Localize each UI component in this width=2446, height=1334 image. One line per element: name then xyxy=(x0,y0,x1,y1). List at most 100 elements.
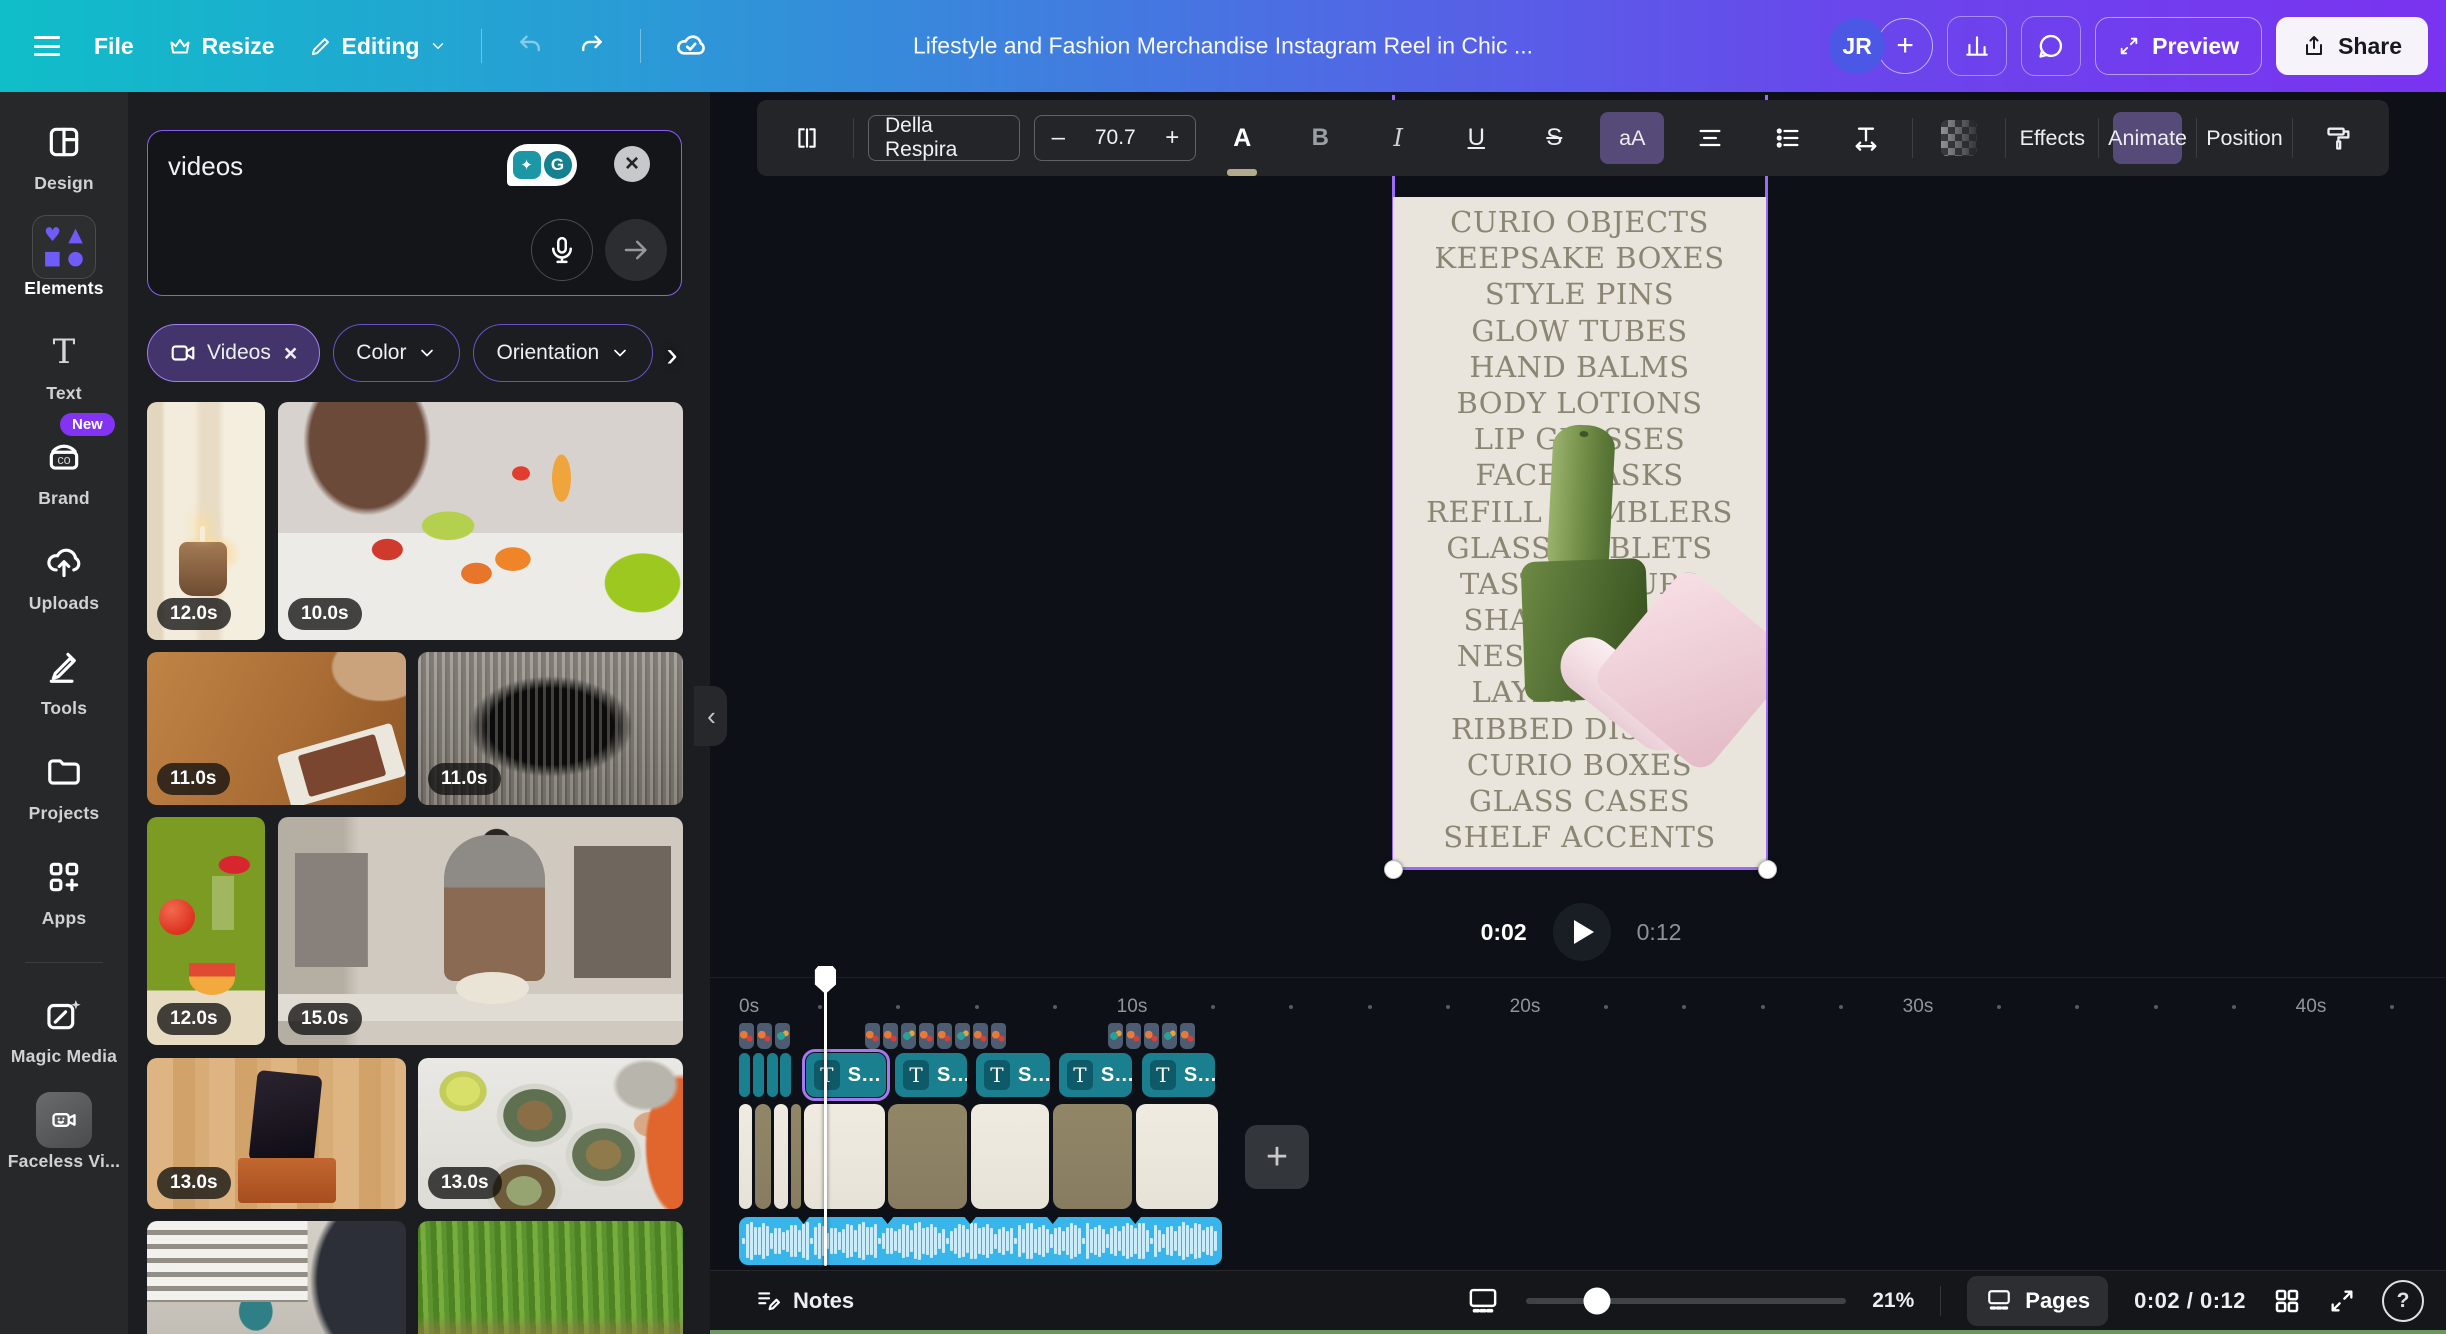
menu-icon[interactable] xyxy=(34,36,60,56)
text-clip[interactable]: TS… xyxy=(1142,1053,1215,1097)
sidebar-item-uploads[interactable]: Uploads xyxy=(0,540,128,614)
text-color-button[interactable]: A xyxy=(1210,112,1274,164)
video-clip[interactable] xyxy=(1053,1104,1132,1209)
element-clip-thumbnail[interactable] xyxy=(937,1023,952,1049)
video-clip[interactable] xyxy=(739,1104,752,1209)
video-result-candle[interactable]: 12.0s xyxy=(147,402,265,640)
element-clip-thumbnail[interactable] xyxy=(865,1023,880,1049)
audio-track[interactable] xyxy=(710,1217,2446,1265)
redo-button[interactable] xyxy=(578,32,606,60)
text-clip[interactable]: TS… xyxy=(976,1053,1050,1097)
text-clip[interactable]: TS… xyxy=(1059,1053,1132,1097)
add-clip-button[interactable]: + xyxy=(1245,1125,1309,1189)
element-clip-thumbnail[interactable] xyxy=(1108,1023,1123,1049)
video-result-grass[interactable] xyxy=(418,1221,683,1334)
video-clip[interactable] xyxy=(971,1104,1050,1209)
video-clip[interactable] xyxy=(755,1104,772,1209)
transparency-button[interactable] xyxy=(1927,112,1991,164)
element-clip-thumbnail[interactable] xyxy=(973,1023,988,1049)
help-button[interactable]: ? xyxy=(2382,1280,2424,1322)
video-clip[interactable] xyxy=(774,1104,788,1209)
video-result-ribbed-abstract[interactable]: 11.0s xyxy=(418,652,683,805)
filter-chip-videos[interactable]: Videos× xyxy=(147,324,320,382)
timeline-zoom-slider[interactable] xyxy=(1526,1298,1846,1304)
share-button[interactable]: Share xyxy=(2276,17,2428,75)
resize-button[interactable]: Resize xyxy=(168,33,275,60)
text-clip-sliver[interactable] xyxy=(767,1053,778,1097)
text-case-button[interactable]: aA xyxy=(1600,112,1664,164)
video-clip[interactable] xyxy=(1136,1104,1219,1209)
element-clip-thumbnail[interactable] xyxy=(1162,1023,1177,1049)
sidebar-item-text[interactable]: TText xyxy=(0,330,128,404)
position-button[interactable]: Position xyxy=(2211,112,2278,164)
add-member-button[interactable]: + xyxy=(1877,18,1933,74)
element-clip-thumbnail[interactable] xyxy=(1144,1023,1159,1049)
effects-button[interactable]: Effects xyxy=(2020,112,2084,164)
element-clip-thumbnail[interactable] xyxy=(883,1023,898,1049)
zoom-slider-knob[interactable] xyxy=(1583,1288,1610,1315)
video-clip[interactable] xyxy=(804,1104,885,1209)
video-result-baker[interactable]: 15.0s xyxy=(278,817,683,1045)
italic-button[interactable]: I xyxy=(1366,112,1430,164)
clear-search-button[interactable]: × xyxy=(614,146,650,182)
sidebar-item-brand[interactable]: NewcoBrand xyxy=(0,435,128,509)
undo-button[interactable] xyxy=(516,32,544,60)
text-box-icon[interactable] xyxy=(775,112,839,164)
element-clip-thumbnail[interactable] xyxy=(901,1023,916,1049)
element-clip-thumbnail[interactable] xyxy=(757,1023,772,1049)
elements-track[interactable] xyxy=(710,1023,2446,1049)
file-menu[interactable]: File xyxy=(94,33,134,60)
text-clip-selected[interactable]: TS… xyxy=(806,1053,887,1097)
font-name-field[interactable]: Della Respira xyxy=(868,115,1020,161)
bullet-list-icon[interactable] xyxy=(1756,112,1820,164)
text-spacing-icon[interactable] xyxy=(1834,112,1898,164)
avatar[interactable]: JR xyxy=(1829,18,1885,74)
element-clip-thumbnail[interactable] xyxy=(1126,1023,1141,1049)
bold-button[interactable]: B xyxy=(1288,112,1352,164)
document-title[interactable]: Lifestyle and Fashion Merchandise Instag… xyxy=(913,33,1533,60)
timeline-view-icon[interactable] xyxy=(1466,1286,1500,1316)
strikethrough-button[interactable]: S xyxy=(1522,112,1586,164)
resize-handle-bottom-left[interactable] xyxy=(1384,860,1403,879)
playhead[interactable] xyxy=(824,989,827,1266)
video-result-food-bowls[interactable]: 13.0s xyxy=(418,1058,683,1209)
video-result-green-still-life[interactable]: 12.0s xyxy=(147,817,265,1045)
copy-style-roller-icon[interactable] xyxy=(2307,112,2371,164)
text-track[interactable]: TS…TS…TS…TS…TS… xyxy=(710,1053,2446,1097)
grid-view-icon[interactable] xyxy=(2272,1286,2302,1316)
video-result-notebook-wood[interactable]: 11.0s xyxy=(147,652,406,805)
filter-chip-orientation[interactable]: Orientation xyxy=(473,324,653,382)
play-button[interactable] xyxy=(1553,903,1611,961)
video-result-fruit-table[interactable]: 10.0s xyxy=(278,402,683,640)
font-size-value[interactable]: 70.7 xyxy=(1081,126,1149,150)
sidebar-item-magic-media[interactable]: Magic Media xyxy=(0,993,128,1067)
sidebar-item-projects[interactable]: Projects xyxy=(0,750,128,824)
sidebar-item-apps[interactable]: Apps xyxy=(0,855,128,929)
video-track[interactable] xyxy=(710,1104,2446,1209)
panel-collapse-button[interactable]: ‹ xyxy=(694,686,727,746)
font-size-decrease-button[interactable]: – xyxy=(1035,123,1081,153)
element-clip-thumbnail[interactable] xyxy=(775,1023,790,1049)
text-align-icon[interactable] xyxy=(1678,112,1742,164)
resize-handle-bottom-right[interactable] xyxy=(1758,860,1777,879)
text-clip[interactable]: TS… xyxy=(895,1053,967,1097)
chips-scroll-right-icon[interactable]: › xyxy=(655,336,689,374)
text-clip-sliver[interactable] xyxy=(739,1053,750,1097)
element-clip-thumbnail[interactable] xyxy=(919,1023,934,1049)
element-clip-thumbnail[interactable] xyxy=(991,1023,1006,1049)
video-result-desk-window[interactable] xyxy=(147,1221,406,1334)
search-input[interactable]: videos ✦ G × xyxy=(147,130,682,296)
text-clip-sliver[interactable] xyxy=(753,1053,764,1097)
editing-mode-dropdown[interactable]: Editing xyxy=(309,33,448,60)
sidebar-item-faceless-vi[interactable]: Faceless Vi... xyxy=(0,1098,128,1172)
video-clip[interactable] xyxy=(791,1104,801,1209)
audio-clip[interactable] xyxy=(739,1217,1222,1265)
text-clip-sliver[interactable] xyxy=(780,1053,791,1097)
font-size-increase-button[interactable]: + xyxy=(1149,123,1195,153)
notes-button[interactable]: Notes xyxy=(755,1288,854,1314)
preview-button[interactable]: Preview xyxy=(2095,17,2262,75)
pages-button[interactable]: Pages xyxy=(1967,1276,2108,1326)
comments-button[interactable] xyxy=(2021,16,2081,76)
remove-filter-icon[interactable]: × xyxy=(284,340,297,367)
element-clip-thumbnail[interactable] xyxy=(739,1023,754,1049)
